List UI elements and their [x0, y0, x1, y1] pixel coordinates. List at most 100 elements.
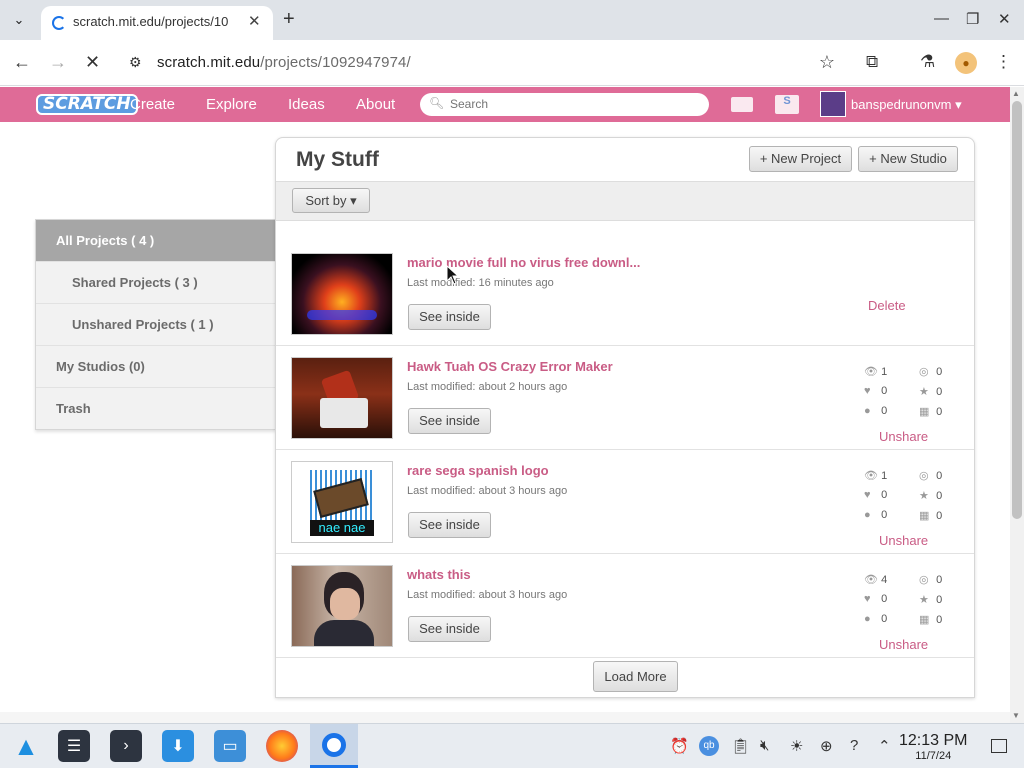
delete-link[interactable]: Delete — [868, 298, 906, 313]
sidebar-item-my-studios[interactable]: My Studios (0) — [36, 346, 276, 388]
new-project-button[interactable]: + New Project — [749, 146, 852, 172]
project-thumbnail[interactable] — [291, 357, 393, 439]
vertical-scrollbar[interactable]: ▲ ▼ — [1010, 87, 1024, 723]
last-modified-text: Last modified: 16 minutes ago — [407, 277, 554, 289]
see-inside-button[interactable]: See inside — [408, 512, 491, 538]
start-menu-arch-icon[interactable]: ▲ — [10, 730, 42, 762]
new-tab-plus-icon[interactable]: + — [283, 8, 295, 31]
system-clock[interactable]: 12:13 PM 11/7/24 — [899, 732, 967, 762]
restore-icon[interactable]: ❐ — [966, 10, 979, 28]
scroll-up-arrow-icon[interactable]: ▲ — [1012, 89, 1020, 98]
minimize-icon[interactable]: — — [934, 10, 949, 27]
help-icon[interactable]: ? — [850, 737, 858, 754]
labs-flask-icon[interactable]: ⚗ — [920, 52, 935, 72]
user-avatar[interactable] — [820, 91, 846, 117]
sidebar-item-unshared-projects[interactable]: Unshared Projects ( 1 ) — [36, 304, 276, 346]
chrome-app-icon-active[interactable] — [310, 724, 358, 768]
studio-icon: ▦ — [919, 406, 930, 418]
back-arrow-icon[interactable]: ← — [13, 52, 31, 73]
studio-icon: ▦ — [919, 614, 930, 626]
studios-stat: ▦ 0 — [919, 406, 943, 418]
messages-envelope-icon[interactable] — [731, 97, 753, 112]
scroll-down-arrow-icon[interactable]: ▼ — [1012, 711, 1020, 720]
comment-icon: ● — [864, 509, 871, 521]
store-app-icon[interactable]: ⬇ — [162, 730, 194, 762]
project-thumbnail[interactable] — [291, 253, 393, 335]
show-desktop-icon[interactable] — [991, 739, 1007, 753]
eye-icon: 👁︎ — [864, 366, 878, 378]
nav-about[interactable]: About — [356, 96, 395, 113]
horizontal-scrollbar[interactable] — [0, 712, 1010, 723]
username-dropdown[interactable]: banspedrunonvm ▾ — [851, 97, 962, 113]
project-thumbnail[interactable] — [291, 565, 393, 647]
star-icon: ★ — [919, 386, 929, 398]
unshare-link[interactable]: Unshare — [879, 637, 928, 652]
loves-stat: ♥ 0 — [864, 385, 888, 397]
nav-create[interactable]: Create — [130, 96, 175, 113]
eye-icon: 👁︎ — [864, 574, 878, 586]
see-inside-button[interactable]: See inside — [408, 408, 491, 434]
remix-icon: ◎ — [919, 470, 929, 482]
load-more-button[interactable]: Load More — [593, 661, 678, 692]
star-icon: ★ — [919, 594, 929, 606]
star-icon: ★ — [919, 490, 929, 502]
projects-sidebar: All Projects ( 4 ) Shared Projects ( 3 )… — [35, 219, 276, 430]
see-inside-button[interactable]: See inside — [408, 616, 491, 642]
site-info-icon[interactable]: ⚙ — [129, 54, 142, 71]
comments-stat: ● 0 — [864, 509, 888, 521]
terminal-app-icon[interactable]: › — [110, 730, 142, 762]
tray-expand-chevron-icon[interactable]: ⌃ — [878, 737, 891, 755]
scratch-logo[interactable]: SCRATCH — [36, 94, 138, 115]
mouse-cursor-icon — [446, 265, 460, 285]
sidebar-item-shared-projects[interactable]: Shared Projects ( 3 ) — [36, 262, 276, 304]
new-studio-button[interactable]: + New Studio — [858, 146, 958, 172]
sort-by-dropdown[interactable]: Sort by ▾ — [292, 188, 370, 213]
sidebar-item-trash[interactable]: Trash — [36, 388, 276, 430]
project-title-link[interactable]: mario movie full no virus free downl... — [407, 255, 640, 270]
clock-date: 11/7/24 — [915, 750, 952, 762]
project-thumbnail[interactable]: nae nae — [291, 461, 393, 543]
search-input[interactable] — [450, 95, 690, 113]
project-title-link[interactable]: rare sega spanish logo — [407, 463, 549, 478]
tab-title: scratch.mit.edu/projects/10 — [73, 14, 229, 29]
extensions-puzzle-icon[interactable]: ⧉ — [866, 52, 878, 72]
alarm-clock-icon[interactable]: ⏰ — [670, 737, 689, 755]
settings-app-icon[interactable]: ☰ — [58, 730, 90, 762]
address-bar[interactable]: ⚙ scratch.mit.edu/projects/1092947974/ ☆ — [121, 46, 849, 80]
remixes-stat: ◎ 0 — [919, 366, 943, 378]
studios-stat: ▦ 0 — [919, 510, 943, 522]
volume-muted-icon[interactable]: 🔇︎ — [760, 737, 769, 754]
nav-ideas[interactable]: Ideas — [288, 96, 325, 113]
close-window-icon[interactable]: ✕ — [998, 10, 1011, 28]
heart-icon: ♥ — [864, 385, 871, 397]
browser-tab[interactable]: scratch.mit.edu/projects/10 ✕ — [41, 6, 273, 40]
project-title-link[interactable]: whats this — [407, 567, 471, 582]
clipboard-icon[interactable]: 📋︎ — [731, 737, 750, 755]
close-tab-icon[interactable]: ✕ — [248, 12, 261, 30]
see-inside-button[interactable]: See inside — [408, 304, 491, 330]
browser-menu-icon[interactable]: ⋮ — [995, 52, 1012, 72]
scrollbar-thumb[interactable] — [1012, 101, 1022, 519]
page-title: My Stuff — [296, 148, 379, 171]
files-app-icon[interactable]: ▭ — [214, 730, 246, 762]
views-stat: 👁︎ 1 — [864, 366, 888, 378]
my-stuff-folder-icon[interactable]: S — [775, 95, 799, 114]
bookmark-star-icon[interactable]: ☆ — [819, 52, 835, 73]
url-text: scratch.mit.edu/projects/1092947974/ — [157, 54, 411, 71]
unshare-link[interactable]: Unshare — [879, 429, 928, 444]
unshare-link[interactable]: Unshare — [879, 533, 928, 548]
sidebar-item-all-projects[interactable]: All Projects ( 4 ) — [36, 220, 276, 262]
stop-loading-icon[interactable]: ✕ — [85, 52, 100, 73]
qbittorrent-tray-icon[interactable]: qb — [699, 736, 719, 756]
project-title-link[interactable]: Hawk Tuah OS Crazy Error Maker — [407, 359, 613, 374]
forward-arrow-icon[interactable]: → — [49, 52, 67, 73]
network-globe-icon[interactable]: ⊕ — [820, 737, 833, 755]
nav-explore[interactable]: Explore — [206, 96, 257, 113]
heart-icon: ♥ — [864, 489, 871, 501]
last-modified-text: Last modified: about 2 hours ago — [407, 381, 568, 393]
brightness-icon[interactable]: ☀ — [790, 737, 803, 755]
firefox-app-icon[interactable] — [266, 730, 298, 762]
profile-avatar-icon[interactable]: ● — [955, 52, 977, 74]
tab-search-chevron-icon[interactable]: ⌄ — [8, 9, 30, 31]
sort-bar: Sort by ▾ — [276, 181, 974, 221]
